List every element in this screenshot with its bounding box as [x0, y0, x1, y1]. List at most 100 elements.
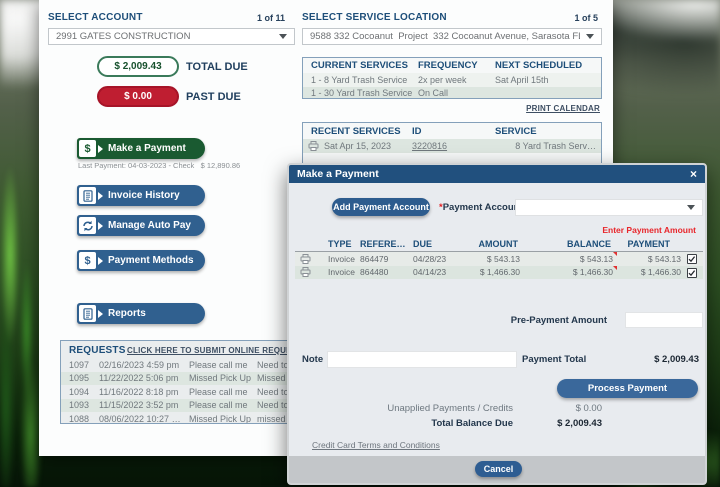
invoice-document-icon: [79, 187, 96, 204]
next-scheduled-header: NEXT SCHEDULED: [495, 60, 583, 71]
request-id: 1095: [69, 373, 90, 384]
make-a-payment-modal: Make a Payment × Add Payment Account *Pa…: [287, 163, 707, 485]
chevron-down-icon: [586, 34, 594, 39]
recent-service-name: 8 Yard Trash Serv…: [515, 141, 596, 151]
payment-account-dropdown[interactable]: [515, 199, 703, 216]
request-id: 1097: [69, 359, 90, 370]
pay-row-checkbox[interactable]: [687, 254, 697, 264]
pre-payment-label: Pre-Payment Amount: [510, 315, 607, 326]
total-due-amount: $ 2,009.43: [114, 61, 162, 72]
id-header: ID: [412, 125, 422, 137]
request-row[interactable]: 1097 02/16/2023 4:59 pm Please call me N…: [61, 358, 292, 372]
pay-row-checkbox[interactable]: [687, 267, 697, 278]
unapplied-credits-label: Unapplied Payments / Credits: [387, 403, 513, 414]
service-header: SERVICE: [495, 125, 537, 137]
last-payment-note: Last Payment: 04-03-2023 - Check $ 12,89…: [78, 161, 241, 170]
row-amount: $ 543.13: [486, 253, 520, 264]
row-reference: 864479: [360, 253, 389, 264]
request-row[interactable]: 1093 11/15/2022 3:52 pm Please call me N…: [61, 398, 292, 412]
row-reference: 864480: [360, 267, 389, 278]
payment-header: PAYMENT: [627, 238, 670, 249]
current-service-row: 1 - 8 Yard Trash Service 2x per week Sat…: [303, 73, 601, 87]
recent-service-id-link[interactable]: 3220816: [412, 139, 462, 153]
select-service-location-label: SELECT SERVICE LOCATION: [302, 12, 447, 23]
request-id: 1094: [69, 386, 90, 397]
arrow-right-icon: [98, 256, 103, 265]
service-location-dropdown-value: 9588 332 Cocoanut Project 332 Cocoanut A…: [310, 31, 580, 42]
note-input[interactable]: [327, 351, 517, 368]
cancel-button[interactable]: Cancel: [475, 461, 522, 477]
make-a-payment-button[interactable]: $ Make a Payment: [77, 138, 205, 159]
dollar-icon: $: [79, 252, 96, 269]
invoice-row: Invoice 864479 04/28/23 $ 543.13 $ 543.1…: [295, 252, 703, 266]
request-row[interactable]: 1088 08/06/2022 10:27 … Missed Pick Up m…: [61, 412, 292, 424]
report-document-icon: [79, 305, 96, 322]
process-payment-button[interactable]: Process Payment: [557, 379, 698, 398]
request-row[interactable]: 1095 11/22/2022 5:06 pm Missed Pick Up M…: [61, 371, 292, 385]
invoice-history-label: Invoice History: [108, 190, 180, 201]
printer-icon[interactable]: [300, 266, 313, 280]
printer-icon[interactable]: [300, 252, 313, 266]
amount-header: AMOUNT: [478, 238, 519, 249]
arrow-right-icon: [98, 144, 103, 153]
modal-title: Make a Payment: [297, 168, 379, 180]
chevron-down-icon: [279, 34, 287, 39]
print-calendar-link[interactable]: PRINT CALENDAR: [502, 104, 600, 113]
recent-service-date: Sat Apr 15, 2023: [324, 141, 392, 151]
total-balance-due-value: $ 2,009.43: [557, 418, 602, 429]
location-pager: 1 of 5: [574, 13, 598, 23]
row-payment[interactable]: $ 543.13: [601, 252, 681, 266]
manage-auto-pay-button[interactable]: Manage Auto Pay: [77, 215, 205, 236]
past-due-pill: $ 0.00: [97, 86, 179, 107]
pre-payment-input[interactable]: [625, 312, 703, 328]
invoice-row: Invoice 864480 04/14/23 $ 1,466.30 $ 1,4…: [295, 265, 703, 280]
screen: SELECT ACCOUNT 1 of 11 2991 GATES CONSTR…: [0, 0, 720, 487]
add-payment-account-button[interactable]: Add Payment Account: [332, 198, 430, 216]
payment-total-value: $ 2,009.43: [654, 354, 699, 365]
past-due-label: PAST DUE: [186, 91, 241, 103]
payment-account-label-text: Payment Account: [442, 202, 523, 213]
past-due-amount: $ 0.00: [124, 91, 152, 102]
total-due-pill: $ 2,009.43: [97, 56, 179, 77]
submit-online-request-link[interactable]: CLICK HERE TO SUBMIT ONLINE REQUEST: [127, 343, 292, 357]
make-a-payment-label: Make a Payment: [108, 143, 186, 154]
request-date: 11/16/2022 8:18 pm: [99, 386, 179, 397]
select-account-label: SELECT ACCOUNT: [48, 12, 143, 23]
reports-button[interactable]: Reports: [77, 303, 205, 324]
arrow-right-icon: [98, 191, 103, 200]
account-dropdown-value: 2991 GATES CONSTRUCTION: [56, 31, 191, 42]
enter-payment-amount-note: Enter Payment Amount: [602, 225, 696, 235]
service-next-date: Sat April 15th: [495, 74, 549, 85]
credit-card-terms-link[interactable]: Credit Card Terms and Conditions: [312, 440, 440, 450]
payment-table-header: TYPE REFERE… DUE AMOUNT BALANCE PAYMENT: [295, 237, 703, 250]
payment-account-label: *Payment Account: [439, 202, 523, 213]
service-location-dropdown[interactable]: 9588 332 Cocoanut Project 332 Cocoanut A…: [302, 28, 602, 45]
close-icon[interactable]: ×: [690, 165, 697, 183]
modal-footer: Cancel: [289, 456, 705, 483]
request-date: 08/06/2022 10:27 …: [99, 413, 181, 424]
requests-title: REQUESTS: [69, 344, 126, 356]
service-frequency: On Call: [418, 88, 449, 99]
request-id: 1088: [69, 413, 90, 424]
total-due-label: TOTAL DUE: [186, 61, 248, 73]
modal-titlebar: Make a Payment ×: [289, 165, 705, 183]
account-dropdown[interactable]: 2991 GATES CONSTRUCTION: [48, 28, 295, 45]
payment-methods-button[interactable]: $ Payment Methods: [77, 250, 205, 271]
reports-label: Reports: [108, 308, 146, 319]
recent-service-row: Sat Apr 15, 2023 3220816 8 Yard Trash Se…: [303, 139, 601, 153]
current-service-row: 1 - 30 Yard Trash Service On Call: [303, 86, 601, 99]
request-subject: Please call me: [189, 400, 248, 411]
invoice-history-button[interactable]: Invoice History: [77, 185, 205, 206]
service-frequency: 2x per week: [418, 74, 467, 85]
service-next-date: [495, 87, 600, 99]
unapplied-credits-value: $ 0.00: [575, 403, 602, 414]
payment-total-label: Payment Total: [522, 354, 587, 365]
request-date: 11/22/2022 5:06 pm: [99, 373, 179, 384]
recent-services-header: RECENT SERVICES: [311, 125, 401, 137]
service-name: 1 - 30 Yard Trash Service: [311, 88, 413, 99]
current-services-header: CURRENT SERVICES: [311, 60, 408, 71]
printer-icon[interactable]: [308, 139, 321, 153]
row-payment[interactable]: $ 1,466.30: [601, 266, 681, 280]
requests-panel: REQUESTS CLICK HERE TO SUBMIT ONLINE REQ…: [60, 340, 293, 424]
request-row[interactable]: 1094 11/16/2022 8:18 pm Please call me N…: [61, 385, 292, 399]
